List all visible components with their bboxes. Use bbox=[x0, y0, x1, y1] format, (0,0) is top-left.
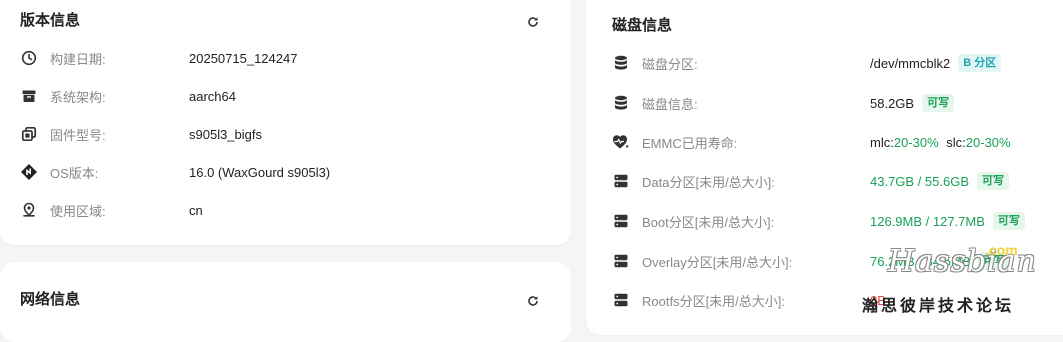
disk-partition-value: /dev/mmcblk2 bbox=[870, 55, 951, 71]
version-row-build-date: 构建日期: 20250715_124247 bbox=[20, 47, 297, 69]
disk-row-data: Data分区[未用/总大小]: 43.7GB / 55.6GB 可写 bbox=[612, 170, 1010, 192]
boot-partition-value-group: 126.9MB / 127.7MB 可写 bbox=[870, 212, 1025, 230]
disk-info-label: 磁盘信息: bbox=[642, 96, 698, 112]
data-partition-value-group: 43.7GB / 55.6GB 可写 bbox=[870, 172, 1010, 190]
copy-layers-icon bbox=[20, 125, 38, 143]
disk-row-info: 磁盘信息: 58.2GB 可写 bbox=[612, 92, 955, 114]
overlay-partition-value: 76.2MB / 84.5MB bbox=[870, 253, 971, 269]
database-icon bbox=[612, 94, 630, 112]
arch-label: 系统架构: bbox=[50, 89, 106, 105]
data-partition-value: 43.7GB / 55.6GB bbox=[870, 173, 970, 189]
version-row-region: 使用区域: cn bbox=[20, 199, 203, 221]
slc-label: slc: bbox=[946, 134, 966, 150]
server-icon bbox=[612, 212, 630, 230]
rootfs-partition-label: Rootfs分区[未用/总大小]: bbox=[642, 293, 786, 309]
server-icon bbox=[612, 291, 630, 309]
mlc-value: 20-30% bbox=[893, 134, 939, 150]
writable-badge: 可写 bbox=[978, 252, 1011, 270]
region-value: cn bbox=[189, 202, 203, 218]
version-row-arch: 系统架构: aarch64 bbox=[20, 85, 236, 107]
version-card-title: 版本信息 bbox=[20, 12, 81, 29]
os-diamond-icon bbox=[20, 163, 38, 181]
database-icon bbox=[612, 54, 630, 72]
network-refresh-icon[interactable] bbox=[524, 292, 542, 310]
overlay-partition-value-group: 76.2MB / 84.5MB 可写 bbox=[870, 252, 1011, 270]
build-date-value: 20250715_124247 bbox=[189, 50, 298, 66]
server-icon bbox=[612, 172, 630, 190]
arch-value: aarch64 bbox=[189, 88, 236, 104]
version-row-os: OS版本: 16.0 (WaxGourd s905l3) bbox=[20, 161, 330, 183]
version-row-firmware: 固件型号: s905l3_bigfs bbox=[20, 123, 262, 145]
disk-row-rootfs: Rootfs分区[未用/总大小]: 0B bbox=[612, 289, 886, 311]
disk-partition-label: 磁盘分区: bbox=[642, 56, 698, 72]
region-label: 使用区域: bbox=[50, 203, 106, 219]
slc-value: 20-30% bbox=[965, 134, 1011, 150]
disk-row-partition: 磁盘分区: /dev/mmcblk2 B 分区 bbox=[612, 52, 1002, 74]
disk-row-overlay: Overlay分区[未用/总大小]: 76.2MB / 84.5MB 可写 bbox=[612, 250, 1011, 272]
network-info-card: 网络信息 bbox=[0, 262, 571, 342]
overlay-partition-label: Overlay分区[未用/总大小]: bbox=[642, 254, 793, 270]
writable-badge: 可写 bbox=[922, 94, 955, 112]
network-card-title: 网络信息 bbox=[20, 291, 81, 308]
writable-badge: 可写 bbox=[977, 172, 1010, 190]
disk-row-emmc: EMMC已用寿命: mlc:20-30% slc:20-30% bbox=[612, 131, 1011, 153]
os-label: OS版本: bbox=[50, 165, 99, 181]
firmware-value: s905l3_bigfs bbox=[189, 126, 262, 142]
emmc-label: EMMC已用寿命: bbox=[642, 135, 738, 151]
disk-info-card: 磁盘信息 磁盘分区: /dev/mmcblk2 B 分区 磁盘信息: 58.2G… bbox=[586, 0, 1063, 335]
disk-row-boot: Boot分区[未用/总大小]: 126.9MB / 127.7MB 可写 bbox=[612, 210, 1025, 232]
os-value: 16.0 (WaxGourd s905l3) bbox=[189, 164, 331, 180]
writable-badge: 可写 bbox=[992, 212, 1025, 230]
version-info-card: 版本信息 构建日期: 20250715_124247 系统架构: aarch64… bbox=[0, 0, 571, 245]
mlc-label: mlc: bbox=[870, 134, 894, 150]
boot-partition-value: 126.9MB / 127.7MB bbox=[870, 213, 985, 229]
boot-partition-label: Boot分区[未用/总大小]: bbox=[642, 214, 775, 230]
rootfs-partition-value: 0B bbox=[870, 292, 886, 308]
emmc-value-group: mlc:20-30% slc:20-30% bbox=[870, 135, 1011, 150]
location-pin-icon bbox=[20, 201, 38, 219]
partition-badge: B 分区 bbox=[958, 54, 1002, 72]
clock-icon bbox=[20, 49, 38, 67]
archive-box-icon bbox=[20, 87, 38, 105]
build-date-label: 构建日期: bbox=[50, 51, 106, 67]
data-partition-label: Data分区[未用/总大小]: bbox=[642, 174, 775, 190]
server-icon bbox=[612, 252, 630, 270]
disk-card-title: 磁盘信息 bbox=[612, 17, 673, 34]
firmware-label: 固件型号: bbox=[50, 127, 106, 143]
heart-pulse-icon bbox=[612, 133, 630, 151]
disk-info-value: 58.2GB bbox=[870, 95, 915, 111]
disk-partition-value-group: /dev/mmcblk2 B 分区 bbox=[870, 54, 1002, 72]
version-refresh-icon[interactable] bbox=[524, 13, 542, 31]
disk-info-value-group: 58.2GB 可写 bbox=[870, 94, 955, 112]
